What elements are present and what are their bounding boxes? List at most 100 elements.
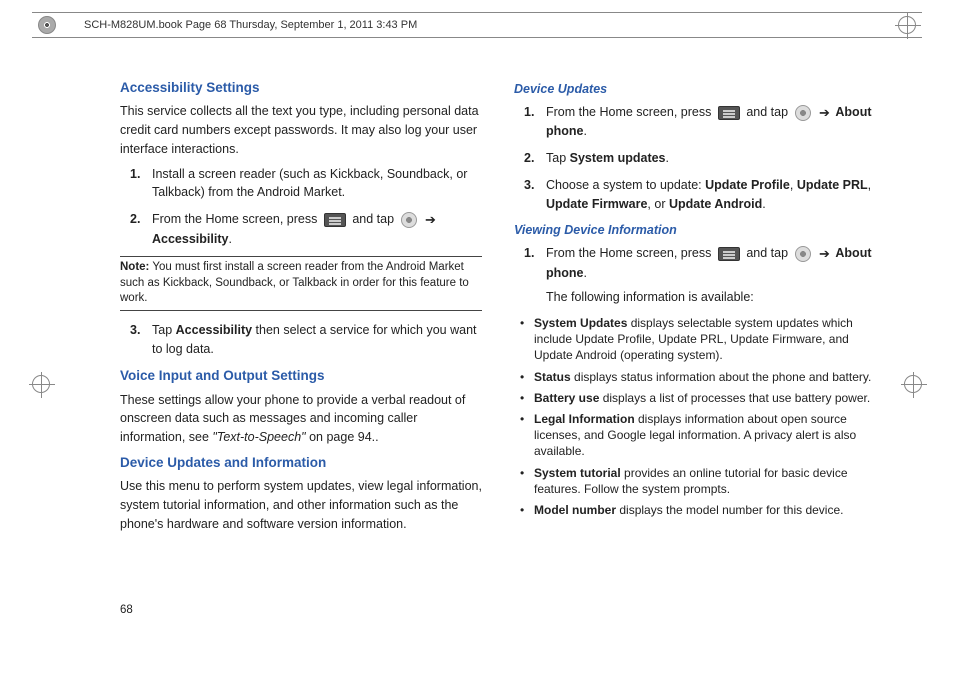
step-number: 1. [524,244,546,307]
bullet-dot-icon: • [520,315,534,364]
bold-term: Update Profile [705,178,790,192]
list-item: •System Updates displays selectable syst… [520,315,876,364]
text: and tap [352,212,394,226]
list-item: 3. Choose a system to update: Update Pro… [524,176,876,214]
bold-term: Update PRL [797,178,868,192]
ordered-list: 1. Install a screen reader (such as Kick… [130,165,482,249]
settings-icon [401,212,417,228]
list-item: •Status displays status information abou… [520,369,876,385]
italic-reference: "Text-to-Speech" [212,430,305,444]
ordered-list: 1. From the Home screen, press and tap ➔… [524,103,876,214]
page-number: 68 [120,604,133,616]
note-text: You must first install a screen reader f… [120,261,469,304]
bold-term: Legal Information [534,412,635,426]
text: . [666,151,669,165]
menu-key-icon [718,106,740,120]
heading-device-updates: Device Updates [514,80,876,99]
text: . [584,266,587,280]
arrow-icon: ➔ [819,246,830,261]
text: From the Home screen, press [546,105,711,119]
list-item: 2. From the Home screen, press and tap ➔… [130,210,482,248]
left-column: Accessibility Settings This service coll… [120,78,482,612]
bold-term: Model number [534,503,616,517]
menu-key-icon [324,213,346,227]
para: This service collects all the text you t… [120,102,482,158]
step-number: 2. [130,210,152,248]
text: Tap [152,323,176,337]
heading-viewing-device-info: Viewing Device Information [514,221,876,240]
text: The following information is available: [546,288,876,307]
text: on page 94.. [306,430,379,444]
settings-icon [795,246,811,262]
bullet-text: Model number displays the model number f… [534,502,843,518]
heading-accessibility-settings: Accessibility Settings [120,78,482,98]
list-item: 1. From the Home screen, press and tap ➔… [524,244,876,307]
list-item: 1. From the Home screen, press and tap ➔… [524,103,876,141]
menu-key-icon [718,247,740,261]
settings-icon [795,105,811,121]
para: These settings allow your phone to provi… [120,391,482,447]
note-box: Note: You must first install a screen re… [120,256,482,311]
step-text: From the Home screen, press and tap ➔ Ab… [546,244,876,307]
arrow-icon: ➔ [425,212,436,227]
cropmark-icon [32,375,50,393]
text: . [228,232,231,246]
step-text: From the Home screen, press and tap ➔ Ab… [546,103,876,141]
text: From the Home screen, press [152,212,317,226]
text: , [790,178,797,192]
bold-term: System updates [570,151,666,165]
list-item: 2. Tap System updates. [524,149,876,168]
bullet-dot-icon: • [520,465,534,497]
right-column: Device Updates 1. From the Home screen, … [514,78,876,612]
page-content: Accessibility Settings This service coll… [120,78,876,612]
bullet-dot-icon: • [520,390,534,406]
bold-term: Update Firmware [546,197,647,211]
bold-term: Accessibility [176,323,252,337]
text: , [868,178,871,192]
step-text: Tap System updates. [546,149,876,168]
bullet-text: System tutorial provides an online tutor… [534,465,876,497]
ordered-list: 1. From the Home screen, press and tap ➔… [524,244,876,307]
text: Tap [546,151,570,165]
note-label: Note: [120,261,149,273]
heading-device-updates-info: Device Updates and Information [120,453,482,473]
step-number: 1. [524,103,546,141]
text: . [762,197,765,211]
list-item: •Legal Information displays information … [520,411,876,460]
step-text: Choose a system to update: Update Profil… [546,176,876,214]
bullet-dot-icon: • [520,411,534,460]
step-text: Install a screen reader (such as Kickbac… [152,165,482,203]
header-filename: SCH-M828UM.book Page 68 Thursday, Septem… [84,19,417,31]
text: Choose a system to update: [546,178,705,192]
text: From the Home screen, press [546,246,711,260]
list-item: 1. Install a screen reader (such as Kick… [130,165,482,203]
step-text: Tap Accessibility then select a service … [152,321,482,359]
bullet-dot-icon: • [520,369,534,385]
ordered-list: 3. Tap Accessibility then select a servi… [130,321,482,359]
arrow-icon: ➔ [819,105,830,120]
bold-term: Update Android [669,197,762,211]
bullet-text: Status displays status information about… [534,369,871,385]
text: and tap [746,105,788,119]
text: . [584,124,587,138]
step-number: 3. [130,321,152,359]
list-item: •Model number displays the model number … [520,502,876,518]
bullet-text: System Updates displays selectable syste… [534,315,876,364]
bullet-list: •System Updates displays selectable syst… [520,315,876,518]
text: , or [647,197,669,211]
cropmark-icon [38,16,56,34]
cropmark-icon [904,375,922,393]
step-number: 2. [524,149,546,168]
bold-term: Battery use [534,391,599,405]
list-item: •Battery use displays a list of processe… [520,390,876,406]
heading-voice-input-output: Voice Input and Output Settings [120,366,482,386]
step-text: From the Home screen, press and tap ➔ Ac… [152,210,482,248]
text: and tap [746,246,788,260]
bullet-dot-icon: • [520,502,534,518]
list-item: 3. Tap Accessibility then select a servi… [130,321,482,359]
bold-term: Status [534,370,571,384]
bold-term: System Updates [534,316,627,330]
bold-term: System tutorial [534,466,621,480]
para: Use this menu to perform system updates,… [120,477,482,533]
step-number: 3. [524,176,546,214]
